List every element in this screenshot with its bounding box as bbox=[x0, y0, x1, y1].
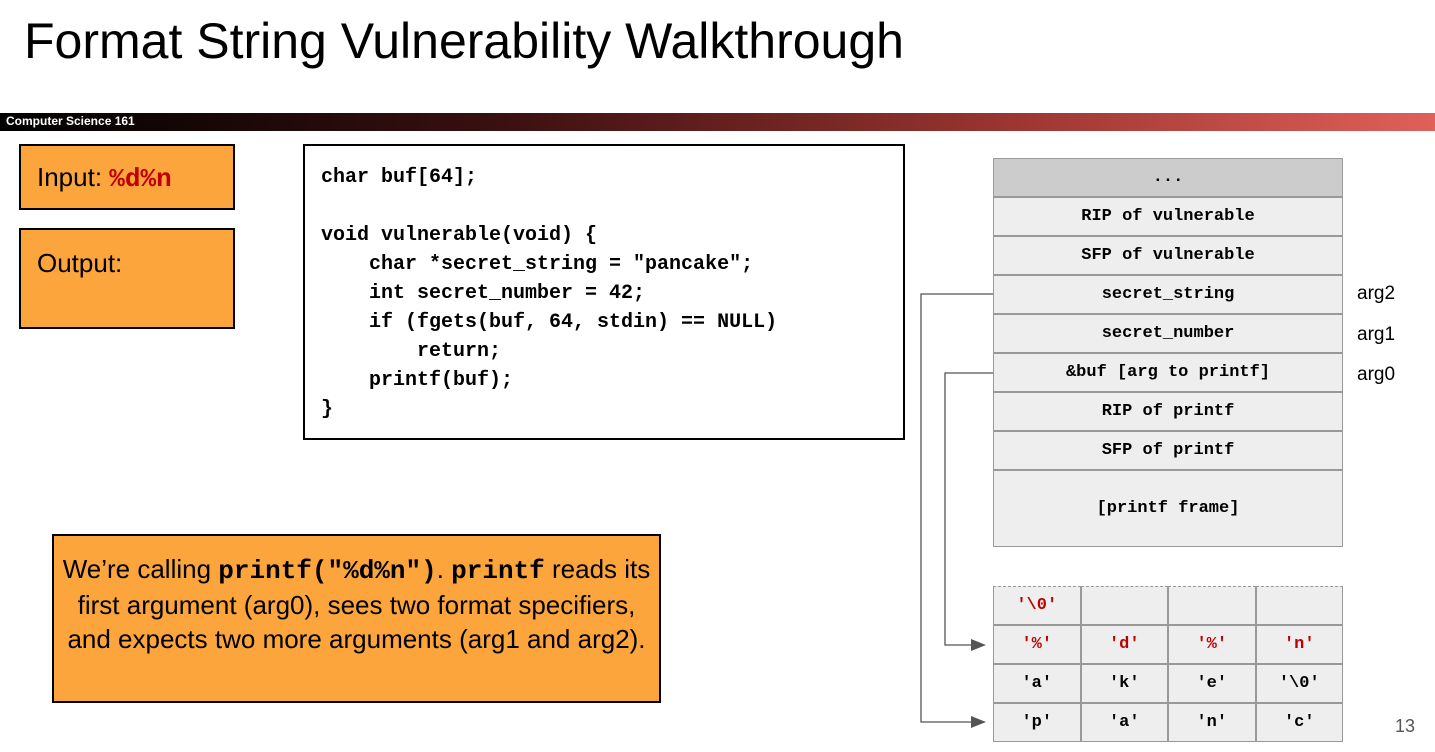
note-code: printf bbox=[451, 556, 545, 586]
arrowhead-icon bbox=[971, 716, 986, 728]
note-text: . bbox=[436, 554, 452, 584]
page-number: 13 bbox=[1395, 716, 1416, 736]
explanation-note: We’re calling printf("%d%n"). printf rea… bbox=[52, 534, 661, 703]
buf-pointer-arrow bbox=[944, 372, 993, 646]
arrowhead-icon bbox=[971, 639, 986, 651]
secret-string-pointer-arrow bbox=[920, 293, 993, 723]
note-code: printf("%d%n") bbox=[218, 556, 437, 586]
note-text: We’re calling bbox=[62, 554, 219, 584]
